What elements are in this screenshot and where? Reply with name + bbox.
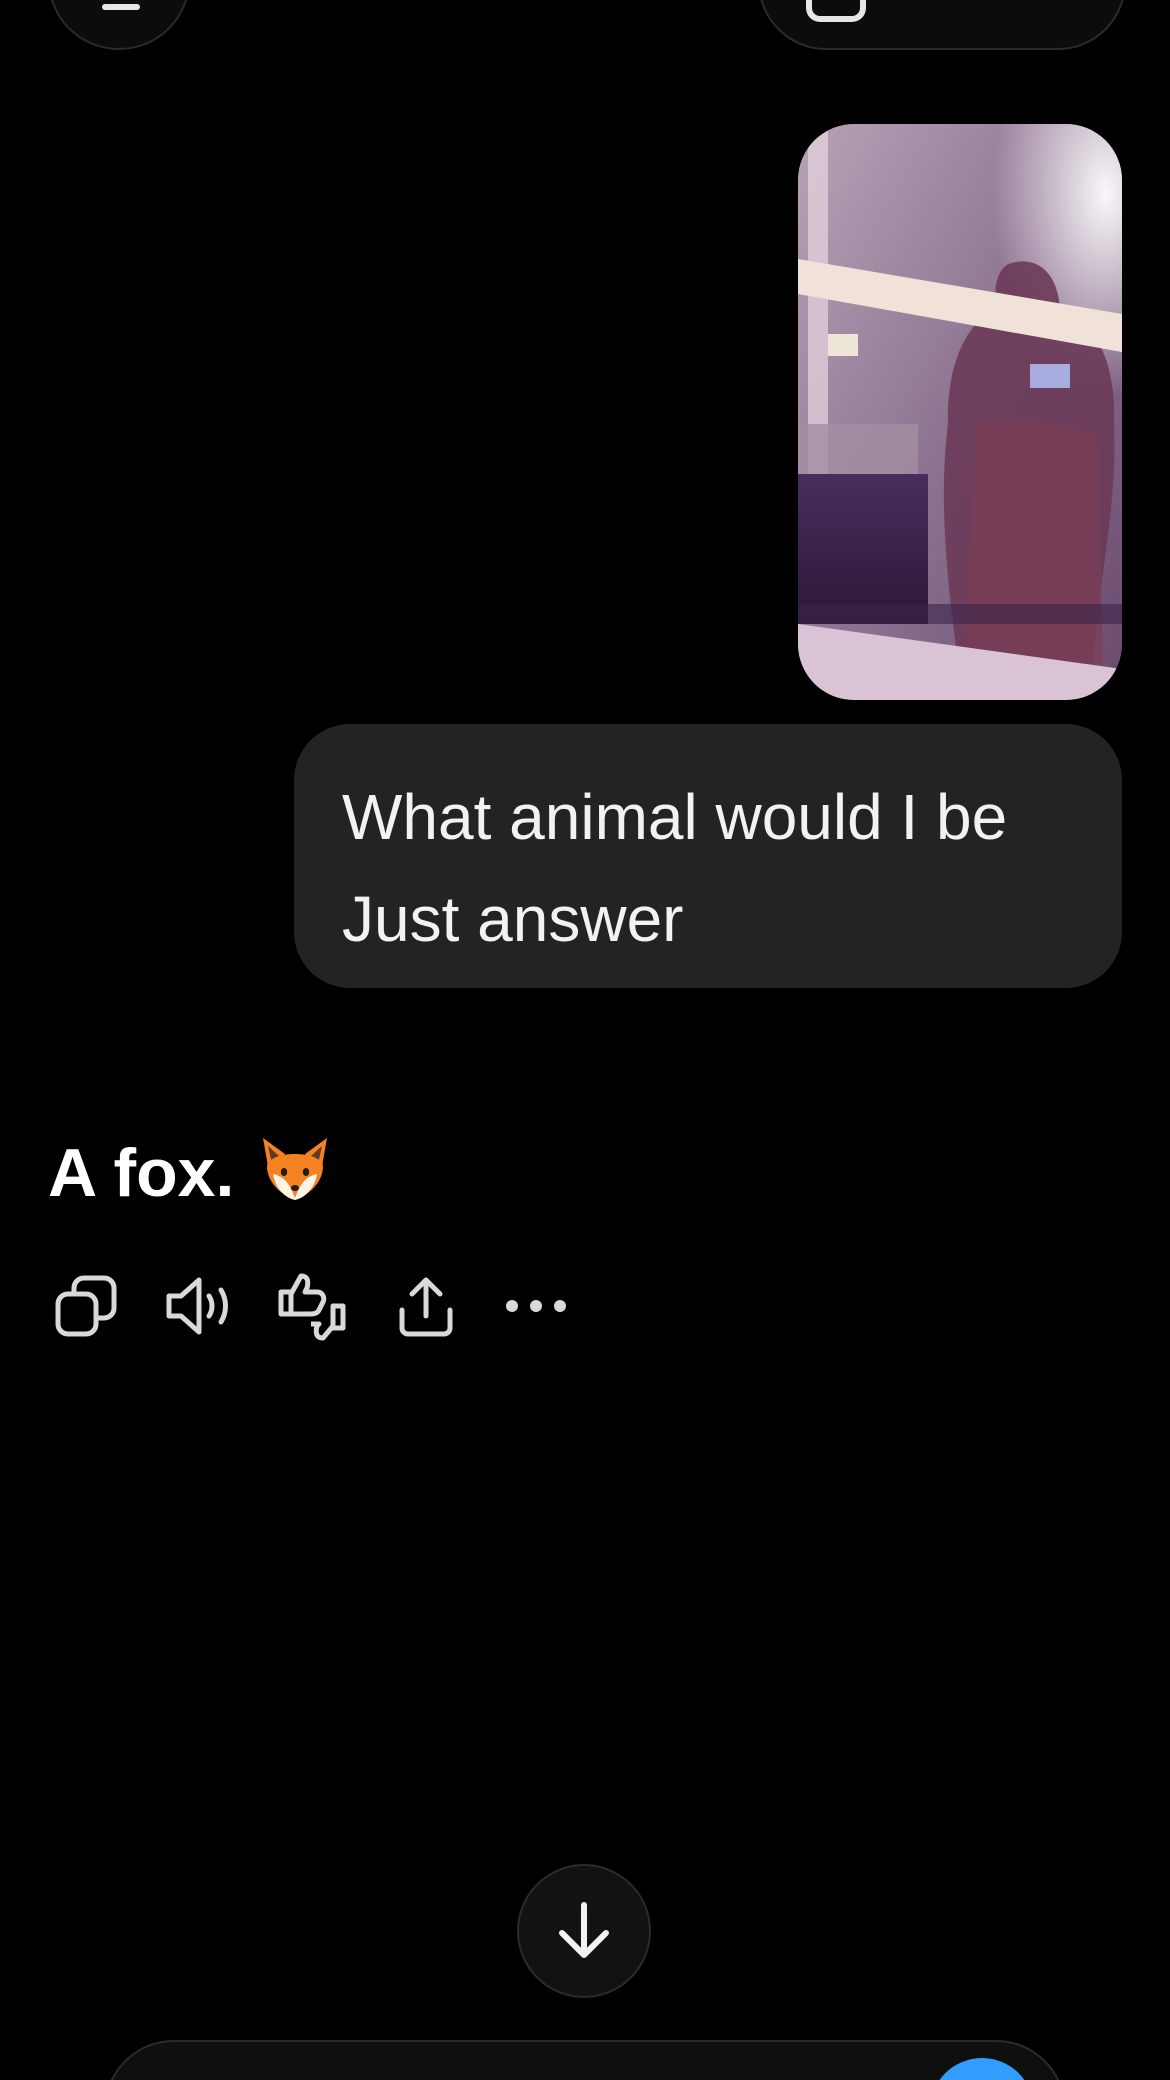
- chat-screen: What animal would I be Just answer A fox…: [0, 0, 1170, 2080]
- new-chat-button[interactable]: [758, 0, 1126, 50]
- read-aloud-button[interactable]: [160, 1268, 236, 1344]
- attached-photo[interactable]: [798, 124, 1122, 700]
- arrow-down-icon: [559, 1902, 609, 1958]
- menu-icon: [102, 4, 140, 10]
- feedback-button[interactable]: [274, 1268, 350, 1344]
- share-button[interactable]: [388, 1268, 464, 1344]
- assistant-message: A fox.: [48, 1128, 331, 1224]
- photo-thumbnail: [798, 124, 1122, 700]
- scroll-to-bottom-button[interactable]: [517, 1864, 651, 1998]
- new-chat-icon: [806, 0, 866, 22]
- fox-emoji: [259, 1132, 331, 1224]
- user-message-bubble: What animal would I be Just answer: [294, 724, 1122, 988]
- voice-mode-button[interactable]: [930, 2058, 1034, 2080]
- assistant-message-text: A fox.: [48, 1135, 235, 1211]
- thumbs-up-down-icon: [278, 1273, 346, 1341]
- more-button[interactable]: [498, 1268, 574, 1344]
- copy-icon: [55, 1275, 117, 1337]
- share-icon: [399, 1277, 453, 1337]
- message-composer[interactable]: [104, 2040, 1066, 2080]
- ellipsis-icon: [506, 1300, 566, 1312]
- copy-button[interactable]: [48, 1268, 124, 1344]
- speaker-icon: [166, 1277, 228, 1335]
- menu-button[interactable]: [48, 0, 190, 50]
